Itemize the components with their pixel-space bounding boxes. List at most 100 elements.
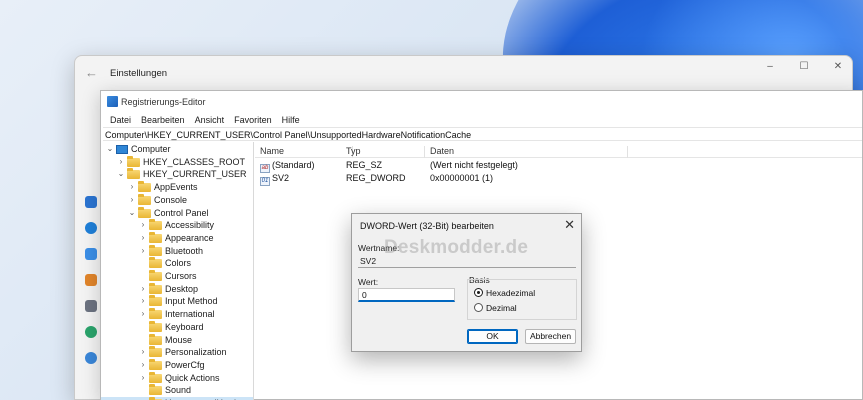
column-header-type[interactable]: Typ — [346, 146, 361, 156]
tree-item[interactable]: Cursors — [101, 270, 253, 283]
regedit-title: Registrierungs-Editor — [121, 97, 206, 107]
folder-icon — [149, 320, 162, 332]
value-data: (Wert nicht festgelegt) — [430, 160, 518, 170]
radio-hexadecimal[interactable]: Hexadezimal — [474, 288, 535, 298]
radio-hex-label: Hexadezimal — [486, 288, 536, 298]
list-item[interactable]: 01 SV2 REG_DWORD 0x00000001 (1) — [255, 172, 862, 186]
folder-icon — [149, 219, 162, 231]
radio-unselected-icon[interactable] — [474, 303, 483, 312]
tree-item[interactable]: ⌄ HKEY_CURRENT_USER — [101, 168, 253, 181]
tree-item[interactable]: › PowerCfg — [101, 358, 253, 372]
settings-titlebar: ← Einstellungen – ☐ ✕ — [75, 56, 852, 90]
tree-item-label: International — [165, 309, 215, 320]
tree-item[interactable]: › Console — [101, 193, 253, 207]
expand-chevron-icon[interactable]: › — [116, 156, 126, 169]
menu-file[interactable]: Datei — [105, 113, 136, 127]
tree-item[interactable]: › Quick Actions — [101, 371, 253, 385]
value-data-input[interactable] — [358, 288, 455, 302]
tree-item-label: AppEvents — [154, 182, 198, 193]
system-icon[interactable] — [85, 196, 97, 208]
column-header-data[interactable]: Daten — [430, 146, 454, 156]
radio-selected-icon[interactable] — [474, 288, 483, 297]
tree-item-label: Control Panel — [154, 207, 209, 218]
tree-item-label: Quick Actions — [165, 372, 220, 383]
tree-item[interactable]: ⌄ Computer — [101, 143, 253, 156]
tree-item-label: Cursors — [165, 271, 197, 281]
network-icon[interactable] — [85, 248, 97, 260]
value-type: REG_DWORD — [346, 173, 406, 183]
tree-item[interactable]: › Appearance — [101, 231, 253, 245]
collapse-chevron-icon[interactable]: ⌄ — [105, 143, 115, 156]
expand-chevron-icon[interactable]: › — [138, 308, 148, 321]
value-name: SV2 — [272, 173, 290, 183]
accounts-icon[interactable] — [85, 326, 97, 338]
tree-item[interactable]: ⌄ Control Panel — [101, 206, 253, 220]
close-icon[interactable]: ✕ — [564, 217, 575, 233]
expand-chevron-icon[interactable]: › — [138, 346, 148, 359]
collapse-chevron-icon[interactable]: ⌄ — [127, 207, 137, 220]
menubar: Datei Bearbeiten Ansicht Favoriten Hilfe — [101, 113, 305, 127]
edit-dword-dialog: DWORD-Wert (32-Bit) bearbeiten ✕ Wertnam… — [351, 213, 582, 352]
dialog-title: DWORD-Wert (32-Bit) bearbeiten — [360, 221, 494, 231]
settings-nav-icons — [85, 196, 97, 364]
expand-chevron-icon[interactable]: › — [138, 245, 148, 258]
maximize-icon[interactable]: ☐ — [798, 61, 810, 72]
tree-item[interactable]: › International — [101, 308, 253, 321]
minimize-icon[interactable]: – — [764, 61, 776, 72]
folder-icon — [138, 206, 151, 218]
list-item[interactable]: ab (Standard) REG_SZ (Wert nicht festgele… — [255, 159, 862, 173]
folder-icon — [149, 244, 162, 256]
tree-item[interactable]: › Bluetooth — [101, 244, 253, 258]
regedit-app-icon — [107, 96, 118, 107]
tree-item[interactable]: Colors — [101, 257, 253, 270]
tree-item-label: Mouse — [165, 334, 193, 345]
tree-item[interactable]: Mouse — [101, 333, 253, 347]
registry-tree[interactable]: ⌄ Computer › HKEY_CLASSES_ROOT ⌄ HKEY_CURRENT… — [101, 142, 254, 400]
ok-button[interactable]: OK — [467, 329, 518, 344]
menu-view[interactable]: Ansicht — [190, 113, 230, 127]
menu-favorites[interactable]: Favoriten — [229, 113, 277, 127]
tree-item[interactable]: › Personalization — [101, 346, 253, 359]
folder-icon — [149, 333, 162, 345]
tree-item[interactable]: Sound — [101, 384, 253, 397]
tree-item[interactable]: › AppEvents — [101, 181, 253, 194]
tree-item[interactable]: › Accessibility — [101, 219, 253, 232]
basis-group: Hexadezimal Dezimal — [467, 279, 577, 320]
column-separator[interactable] — [424, 146, 425, 158]
tree-item[interactable]: › HKEY_CLASSES_ROOT — [101, 155, 253, 169]
close-icon[interactable]: ✕ — [832, 61, 844, 72]
folder-icon — [149, 346, 162, 358]
radio-decimal[interactable]: Dezimal — [474, 303, 517, 313]
menu-edit[interactable]: Bearbeiten — [136, 113, 190, 127]
expand-chevron-icon[interactable]: › — [127, 194, 137, 207]
expand-chevron-icon[interactable]: › — [138, 295, 148, 308]
personalization-icon[interactable] — [85, 274, 97, 286]
menu-help[interactable]: Hilfe — [277, 113, 305, 127]
cancel-button[interactable]: Abbrechen — [525, 329, 576, 344]
tree-item[interactable]: › Desktop — [101, 282, 253, 296]
expand-chevron-icon[interactable]: › — [138, 372, 148, 385]
address-bar[interactable]: Computer\HKEY_CURRENT_USER\Control Panel… — [103, 127, 862, 141]
tree-item-label: HKEY_CLASSES_ROOT — [143, 156, 246, 167]
expand-chevron-icon[interactable]: › — [138, 219, 148, 232]
radio-dec-label: Dezimal — [486, 303, 517, 313]
collapse-chevron-icon[interactable]: ⌄ — [116, 168, 126, 181]
tree-item-label: Console — [154, 194, 188, 205]
apps-icon[interactable] — [85, 300, 97, 312]
tree-item[interactable]: Keyboard — [101, 320, 253, 334]
folder-icon — [149, 282, 162, 294]
tree-item-label: Computer — [131, 144, 171, 154]
back-arrow-icon[interactable]: ← — [85, 65, 98, 80]
folder-icon — [127, 168, 140, 180]
column-header-name[interactable]: Name — [260, 146, 284, 156]
folder-icon — [138, 193, 151, 205]
expand-chevron-icon[interactable]: › — [127, 181, 137, 194]
column-separator[interactable] — [627, 146, 628, 158]
time-language-icon[interactable] — [85, 352, 97, 364]
expand-chevron-icon[interactable]: › — [138, 283, 148, 296]
expand-chevron-icon[interactable]: › — [138, 359, 148, 372]
tree-item[interactable]: › Input Method — [101, 295, 253, 308]
expand-chevron-icon[interactable]: › — [138, 232, 148, 245]
bluetooth-icon[interactable] — [85, 222, 97, 234]
folder-icon — [149, 231, 162, 243]
